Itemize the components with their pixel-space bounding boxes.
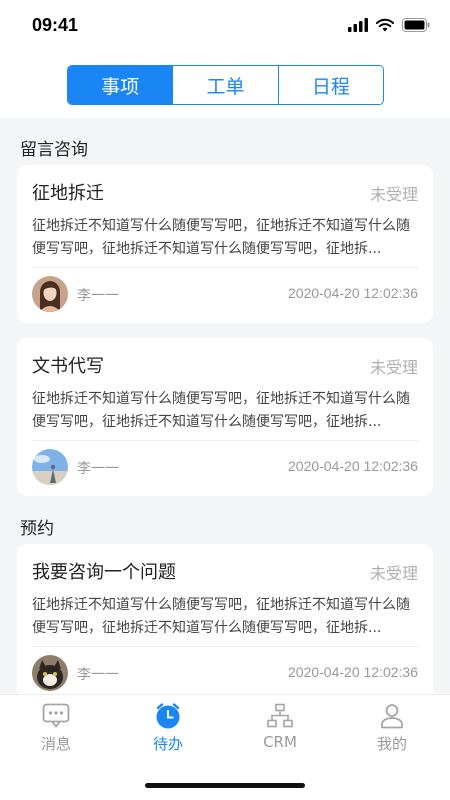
card-title: 我要咨询一个问题	[32, 562, 176, 583]
status-badge: 未受理	[369, 185, 418, 204]
card-user: 李一一	[77, 667, 119, 683]
card-title: 征地拆迁	[32, 183, 104, 204]
segment-items[interactable]: 事项	[68, 66, 173, 104]
segment-area: 事项 工单 日程	[0, 56, 450, 118]
status-icons	[348, 18, 430, 32]
card-body: 征地拆迁不知道写什么随便写写吧，征地拆迁不知道写什么随便写写吧，征地拆迁不知道写…	[32, 391, 410, 430]
status-badge: 未受理	[369, 358, 418, 377]
tab-messages[interactable]: 消息	[0, 703, 112, 754]
battery-icon	[402, 18, 430, 32]
list-item[interactable]: 文书代写 未受理 征地拆迁不知道写什么随便写写吧，征地拆迁不知道写什么随便写写吧…	[17, 338, 433, 496]
card-time: 2020-04-20 12:02:36	[288, 664, 418, 680]
card-time: 2020-04-20 12:02:36	[288, 285, 418, 301]
home-indicator	[145, 783, 305, 788]
card-body: 征地拆迁不知道写什么随便写写吧，征地拆迁不知道写什么随便写写吧，征地拆迁不知道写…	[32, 218, 410, 257]
status-badge: 未受理	[369, 564, 418, 583]
list-item[interactable]: 征地拆迁 未受理 征地拆迁不知道写什么随便写写吧，征地拆迁不知道写什么随便写写吧…	[17, 165, 433, 323]
alarm-clock-icon	[156, 703, 180, 729]
divider	[32, 646, 418, 647]
card-time: 2020-04-20 12:02:36	[288, 458, 418, 474]
tab-mine[interactable]: 我的	[336, 703, 448, 754]
tab-todo[interactable]: 待办	[112, 703, 224, 754]
tab-label: CRM	[263, 733, 297, 751]
section-title-appointment: 预约	[20, 519, 54, 539]
tab-crm[interactable]: CRM	[224, 703, 336, 751]
content-list[interactable]: 留言咨询 征地拆迁 未受理 征地拆迁不知道写什么随便写写吧，征地拆迁不知道写什么…	[0, 118, 450, 694]
person-icon	[381, 704, 403, 729]
org-chart-icon	[267, 703, 293, 728]
wifi-icon	[376, 18, 394, 32]
segment-work-orders[interactable]: 工单	[172, 66, 278, 104]
list-item[interactable]: 我要咨询一个问题 未受理 征地拆迁不知道写什么随便写写吧，征地拆迁不知道写什么随…	[17, 544, 433, 694]
card-user: 李一一	[77, 288, 119, 304]
avatar	[32, 449, 68, 485]
tab-label: 消息	[40, 735, 71, 753]
card-body: 征地拆迁不知道写什么随便写写吧，征地拆迁不知道写什么随便写写吧，征地拆迁不知道写…	[32, 597, 410, 636]
segment-schedule[interactable]: 日程	[277, 66, 383, 104]
tab-label: 待办	[152, 735, 183, 753]
segmented-control: 事项 工单 日程	[67, 65, 384, 105]
card-user: 李一一	[77, 461, 119, 477]
avatar	[32, 276, 68, 312]
status-bar: 09:41	[0, 0, 450, 56]
chat-icon	[42, 703, 70, 728]
signal-icon	[348, 18, 368, 32]
card-title: 文书代写	[32, 356, 104, 377]
avatar	[32, 655, 68, 691]
status-time: 09:41	[32, 15, 79, 35]
divider	[32, 267, 418, 268]
section-title-messages: 留言咨询	[20, 140, 88, 160]
tab-label: 我的	[376, 735, 407, 753]
divider	[32, 440, 418, 441]
